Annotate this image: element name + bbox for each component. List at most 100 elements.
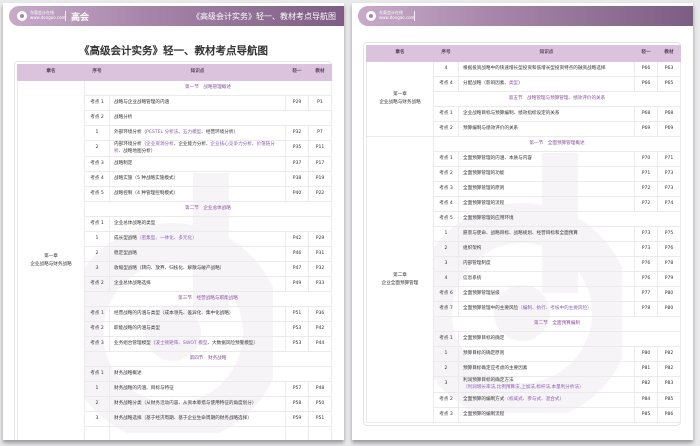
highlighted-text: 类型: [508, 80, 519, 86]
section-title: 第二节 企业总体战略: [84, 201, 332, 217]
left-page: 东奥会计在线 www.dongao.com 高会 《高级会计实务》轻一、教材考点导…: [3, 3, 344, 440]
textbook-page: P79: [657, 271, 681, 287]
item-number: 3: [433, 256, 459, 272]
textbook-page: P75: [657, 226, 681, 242]
textbook-page: P17: [308, 156, 332, 172]
light-one-page: P29: [285, 95, 309, 111]
textbook-page: P85: [657, 392, 681, 408]
item-number: 考点 4: [433, 76, 459, 92]
knowledge-point: 全面预算管理的应用环境: [458, 211, 681, 227]
page-header-bar: 东奥会计在线 www.dongao.com: [358, 6, 693, 26]
chapter-number: 第一章: [393, 92, 407, 97]
textbook-page: P86: [657, 407, 681, 423]
light-one-page: P66: [634, 61, 658, 77]
text-segment: 战略控制（4 种管理控制模式）: [114, 190, 179, 196]
light-one-page: [285, 426, 309, 440]
text-segment: 、大数据风险预警模型）: [207, 340, 258, 346]
knowledge-point: 利润预算目标的确定方法（利润增长率法,比例预算法,上加法,标杆法,本量利分析法）: [458, 376, 635, 393]
light-one-page: P80: [634, 346, 658, 362]
textbook-page: P29: [308, 231, 332, 247]
text-segment: 全面预算管理的功能: [463, 170, 505, 176]
light-one-page: P72: [634, 196, 658, 212]
text-segment: 内部环境分析（: [114, 142, 147, 147]
text-segment: 全面预算的编制方式: [463, 396, 505, 402]
text-segment: 、战略地图分析）: [118, 148, 156, 154]
textbook-page: P82: [657, 361, 681, 377]
highlighted-text: 企业资源分析: [146, 142, 174, 147]
item-number: 考点 2: [84, 321, 110, 337]
knowledge-point: 企业战略目标与预算编制、绩效指标设定的关系: [458, 106, 635, 122]
knowledge-point: 信息系统: [458, 271, 635, 287]
textbook-page: P63: [657, 61, 681, 77]
item-number: 2: [84, 396, 110, 412]
light-one-page: P73: [634, 226, 658, 242]
highlighted-text: 波士顿矩阵、SWOT 模型: [155, 340, 208, 346]
section-title: 第二节 全面预算编制: [433, 316, 681, 332]
textbook-page: P22: [308, 186, 332, 202]
item-number: 考点 1: [84, 216, 110, 232]
light-one-page: P35: [285, 140, 309, 157]
item-number: 1: [84, 231, 110, 247]
item-number: 3: [84, 261, 110, 277]
text-segment: 全面预算管理的应用环境: [463, 215, 514, 221]
text-segment: 职能战略的内涵与类型: [114, 325, 160, 331]
knowledge-point: 全面预算管理的功能: [458, 166, 635, 182]
text-segment: 经营战略的内涵与类型（成本领先、差异化、集中化战略）: [114, 310, 234, 316]
knowledge-point: 预算目标确定应考虑的主要因素: [458, 361, 635, 377]
item-number: 考点 2: [84, 276, 110, 292]
textbook-page: P73: [657, 166, 681, 182]
highlighted-text: （编制、执行、考核中的主要风险）: [518, 305, 592, 311]
item-number: 考点 1: [84, 366, 110, 382]
knowledge-point: 全面预算管理的内涵、本质与内容: [458, 151, 635, 167]
knowledge-point: 职能战略的内涵与类型: [109, 321, 286, 337]
header-title: 《高级会计实务》轻一、教材考点导航图: [192, 12, 336, 21]
light-one-page: P71: [634, 166, 658, 182]
item-number: 考点 1: [84, 95, 110, 111]
light-one-page: P82: [634, 376, 658, 393]
text-segment: 内部管理制度: [463, 260, 491, 266]
light-one-page: P32: [285, 125, 309, 141]
knowledge-point: [109, 426, 286, 440]
item-number: 2: [84, 246, 110, 262]
light-one-page: P84: [634, 392, 658, 408]
textbook-page: P33: [308, 276, 332, 292]
chapter-name: 企业战略与财务战略: [30, 262, 72, 267]
light-one-page: P76: [634, 271, 658, 287]
table-header-row: 章名 序号 知识点 轻一 教材: [366, 45, 681, 62]
chapter-number: 第一章: [44, 254, 58, 259]
text-segment: 财务战略概述: [114, 370, 142, 376]
section-title: 第五节 战略管理与预算管理、绩效评价的关系: [433, 91, 681, 107]
knowledge-point: 战略控制（4 种管理控制模式）: [109, 186, 286, 202]
light-one-page: P40: [285, 186, 309, 202]
text-segment: 战略分析: [114, 114, 133, 120]
light-one-page: P37: [285, 156, 309, 172]
text-segment: 战略制定: [114, 160, 133, 166]
text-segment: 外部环境分析（: [114, 129, 147, 135]
logo-icon: [366, 11, 376, 21]
item-number: 1: [84, 125, 110, 141]
textbook-page: P83: [657, 376, 681, 393]
item-number: 考点 3: [84, 336, 110, 352]
light-one-page: P68: [634, 106, 658, 122]
item-number: 考点 1: [433, 106, 459, 122]
knowledge-point: 内部环境分析（企业资源分析、企业能力分析、企业核心竞争力分析、价值链分析、战略地…: [109, 140, 286, 157]
light-one-page: P49: [285, 276, 309, 292]
item-number: 考点 2: [84, 110, 110, 126]
highlighted-text: （权威式、参与式、混合式）: [504, 396, 565, 402]
text-segment: 预算目标确定应考虑的主要因素: [463, 365, 528, 371]
light-one-page: P77: [634, 286, 658, 302]
textbook-page: P31: [308, 246, 332, 262]
highlighted-text: （密集型、一体化、多元化）: [136, 235, 197, 241]
textbook-page: P80: [657, 301, 681, 317]
textbook-page: P51: [308, 411, 332, 427]
textbook-page: P80: [657, 286, 681, 302]
item-number: 考点 4: [433, 196, 459, 212]
light-one-page: P69: [634, 121, 658, 137]
knowledge-point: 战略与企业战略管理的内涵: [109, 95, 286, 111]
item-number: 考点 2: [433, 121, 459, 137]
textbook-page: P65: [657, 76, 681, 92]
text-segment: 企业总体战略的类型: [114, 220, 156, 226]
textbook-page: P11: [308, 140, 332, 157]
light-one-page: P59: [285, 411, 309, 427]
item-number: [84, 426, 110, 440]
